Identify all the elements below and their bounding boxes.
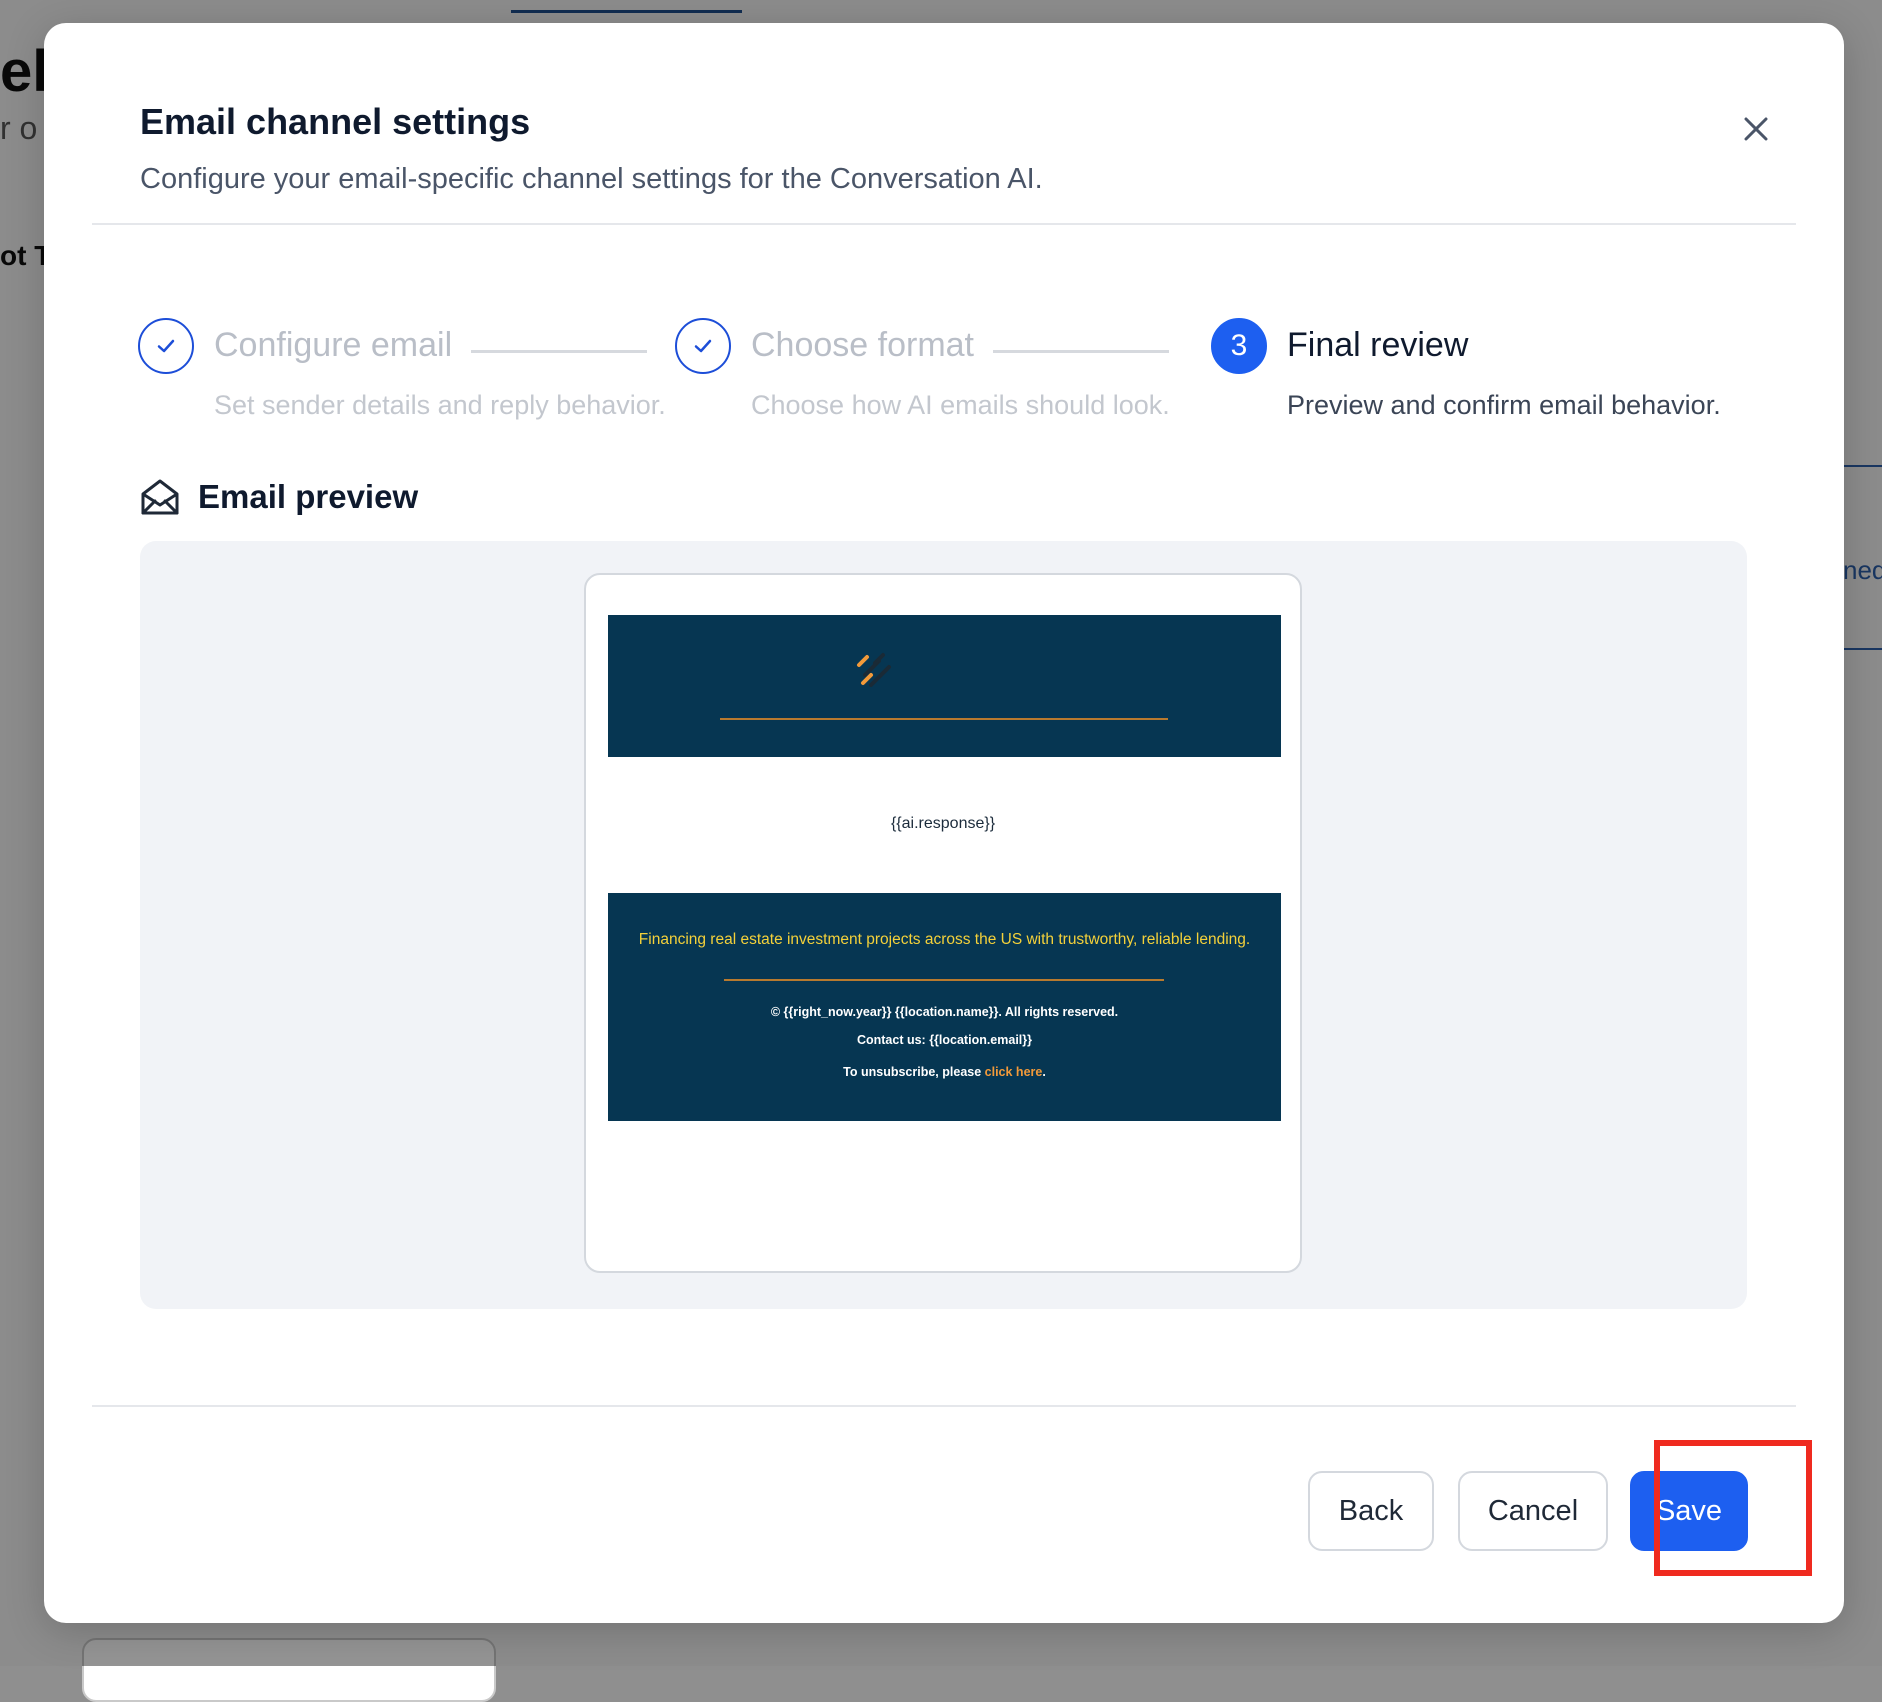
step-label: Final review — [1287, 326, 1469, 364]
email-preview-heading: Email preview — [140, 478, 418, 516]
email-header-rule — [720, 718, 1168, 720]
unsubscribe-prefix: To unsubscribe, please — [843, 1065, 985, 1079]
back-button[interactable]: Back — [1308, 1471, 1434, 1551]
unsubscribe-link[interactable]: click here — [985, 1065, 1043, 1079]
step-label: Choose format — [751, 326, 974, 364]
envelope-open-icon — [141, 479, 179, 515]
email-tagline: Financing real estate investment project… — [638, 931, 1251, 948]
step-description: Choose how AI emails should look. — [751, 390, 1170, 420]
step-number-badge: 3 — [1211, 318, 1267, 374]
close-icon — [1744, 117, 1768, 141]
footer-divider — [92, 1405, 1796, 1407]
step-completed-indicator — [675, 318, 731, 374]
step-connector — [993, 350, 1169, 353]
email-unsubscribe: To unsubscribe, please click here. — [608, 1065, 1281, 1079]
step-completed-indicator — [138, 318, 194, 374]
checkmark-icon — [157, 339, 175, 353]
checkmark-icon — [694, 339, 712, 353]
email-preview-panel: {{ai.response}} Financing real estate in… — [140, 541, 1747, 1309]
modal-title: Email channel settings — [140, 101, 531, 142]
step-description: Preview and confirm email behavior. — [1287, 390, 1721, 420]
email-footer-banner: Financing real estate investment project… — [608, 893, 1281, 1121]
email-body-placeholder: {{ai.response}} — [890, 815, 996, 832]
email-copyright: © {{right_now.year}} {{location.name}}. … — [770, 1005, 1119, 1019]
email-header-banner — [608, 615, 1281, 757]
step-label: Configure email — [214, 326, 453, 364]
modal-subtitle: Configure your email-specific channel se… — [140, 163, 1043, 195]
email-preview-card: {{ai.response}} Financing real estate in… — [584, 573, 1302, 1273]
company-logo-icon — [857, 653, 891, 687]
step-connector — [471, 350, 647, 353]
email-contact: Contact us: {{location.email}} — [856, 1033, 1033, 1047]
header-divider — [92, 223, 1796, 225]
close-button[interactable] — [1732, 105, 1780, 153]
unsubscribe-suffix: . — [1042, 1065, 1046, 1079]
email-footer-rule — [724, 979, 1164, 981]
email-channel-settings-modal: Email channel settings Configure your em… — [44, 23, 1844, 1623]
cancel-button[interactable]: Cancel — [1458, 1471, 1608, 1551]
highlight-annotation — [1654, 1440, 1812, 1576]
email-preview-title: Email preview — [198, 478, 419, 515]
step-description: Set sender details and reply behavior. — [214, 390, 666, 420]
